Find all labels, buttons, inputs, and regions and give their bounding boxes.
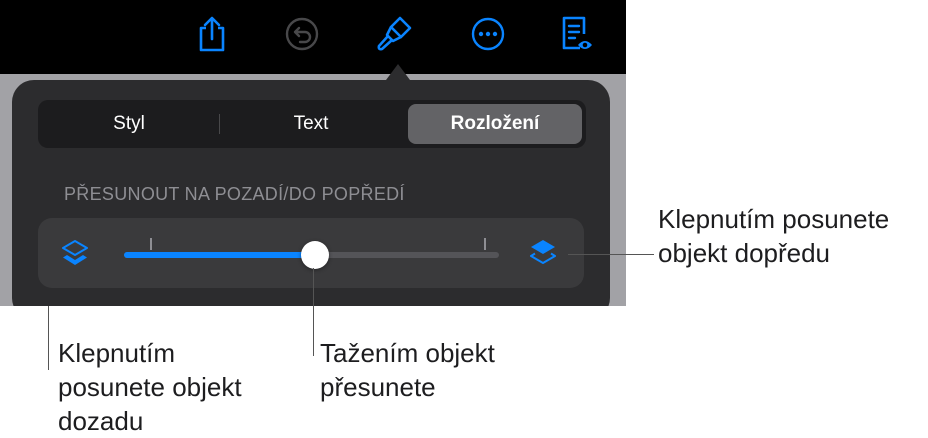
- callout-drag: Tažením objekt přesunete: [320, 336, 495, 404]
- format-brush-icon[interactable]: [372, 12, 416, 56]
- segment-divider: [219, 114, 220, 134]
- tab-styl[interactable]: Styl: [42, 104, 216, 144]
- ipad-screen: Styl Text Rozložení PŘESUNOUT NA POZADÍ/…: [0, 0, 626, 306]
- send-backward-icon[interactable]: [58, 236, 92, 270]
- popover-arrow: [386, 64, 410, 80]
- reading-view-icon[interactable]: [554, 12, 598, 56]
- bring-forward-icon[interactable]: [526, 236, 560, 270]
- callout-line-middle: [313, 268, 314, 356]
- callout-text: objekt dopředu: [658, 238, 831, 268]
- callout-bring-forward: Klepnutím posunete objekt dopředu: [658, 202, 889, 270]
- callout-text: Tažením objekt: [320, 338, 495, 368]
- slider-tick-start: [150, 238, 152, 250]
- callout-send-backward: Klepnutím posunete objekt dozadu: [58, 336, 242, 438]
- callout-text: dozadu: [58, 406, 144, 436]
- slider-thumb[interactable]: [301, 241, 330, 269]
- arrange-slider-row: [38, 218, 584, 288]
- callout-line-right: [568, 254, 654, 255]
- tab-text[interactable]: Text: [222, 104, 400, 144]
- section-label: PŘESUNOUT NA POZADÍ/DO POPŘEDÍ: [64, 184, 405, 204]
- callout-text: Klepnutím posunete: [658, 204, 890, 234]
- format-segmented-control: Styl Text Rozložení: [38, 100, 586, 148]
- callout-text: Klepnutím: [58, 338, 176, 368]
- slider-fill: [124, 252, 316, 258]
- format-popover: Styl Text Rozložení PŘESUNOUT NA POZADÍ/…: [12, 80, 610, 306]
- more-icon[interactable]: [466, 12, 510, 56]
- callout-text: posunete objekt: [58, 372, 242, 402]
- callout-line-left: [48, 306, 49, 370]
- slider-tick-end: [484, 238, 486, 250]
- share-icon[interactable]: [190, 12, 234, 56]
- undo-icon[interactable]: [280, 12, 324, 56]
- callout-text: přesunete: [320, 372, 436, 402]
- tab-rozlozeni[interactable]: Rozložení: [408, 104, 582, 144]
